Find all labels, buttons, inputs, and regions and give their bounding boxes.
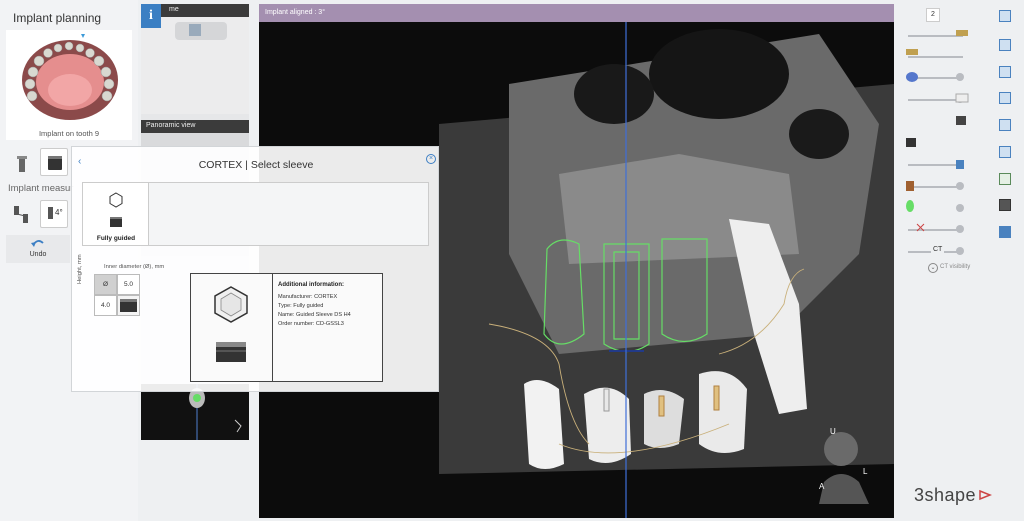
undo-button[interactable] — [6, 235, 70, 263]
orientation-anterior: A — [819, 482, 825, 491]
view-status-bar: Implant aligned : 3° — [259, 4, 894, 22]
brand-name: 3shape — [914, 485, 977, 505]
sleeve-details: Additional information: Manufacturer: CO… — [190, 273, 383, 382]
panoramic-view-label: Panoramic view — [141, 120, 249, 133]
sleeve-icon[interactable] — [40, 148, 68, 176]
sleeve-option-label: Fully guided — [96, 235, 136, 242]
info-name: Name: Guided Sleeve DS H4 — [278, 312, 351, 318]
divider — [272, 274, 273, 381]
view-right-icon[interactable] — [999, 92, 1011, 104]
info-manufacturer: Manufacturer: CORTEX — [278, 294, 338, 300]
info-title: Additional information: — [278, 282, 344, 288]
model-icon[interactable] — [999, 173, 1011, 185]
view-left-icon[interactable] — [999, 66, 1011, 78]
height-label: Height, mm — [77, 254, 83, 284]
page-title: Implant planning — [13, 11, 102, 25]
chevron-down-icon[interactable]: ⌄ — [928, 263, 938, 273]
cross-section-view[interactable] — [141, 384, 249, 440]
implant-icon[interactable] — [8, 150, 36, 178]
view-bottom-icon[interactable] — [999, 146, 1011, 158]
brand-logo: 3shape — [914, 485, 993, 506]
view-counter[interactable]: 2 — [926, 8, 940, 22]
undo-label: Undo — [29, 251, 47, 258]
view-back-icon[interactable] — [999, 39, 1011, 51]
diameter-symbol: Ø — [94, 274, 117, 295]
ct-visibility-label: CT visibility — [940, 264, 971, 270]
sleeve-options: Fully guided — [82, 182, 429, 246]
view-top-icon[interactable] — [999, 119, 1011, 131]
model-view[interactable]: me i — [141, 4, 249, 114]
svg-text:4°: 4° — [55, 208, 63, 217]
dimension-table: Ø 5.0 4.0 — [94, 274, 140, 316]
ct-label: CT — [931, 246, 945, 253]
jaw-thumbnail[interactable] — [6, 30, 132, 140]
camera-icon[interactable] — [999, 199, 1011, 211]
dialog-title: CORTEX | Select sleeve — [198, 159, 314, 171]
angle-measure-icon[interactable] — [8, 200, 36, 228]
orientation-left: L — [863, 467, 868, 476]
notes-icon[interactable] — [999, 226, 1011, 238]
height-value[interactable]: 4.0 — [94, 295, 117, 316]
view-front-icon[interactable] — [999, 10, 1011, 22]
sleeve-thumb-icon[interactable] — [117, 295, 140, 316]
select-sleeve-dialog: ‹ CORTEX | Select sleeve × Fully guided … — [71, 146, 439, 392]
visibility-toolbar: 2 CT ⌄ CT visibility — [898, 0, 1024, 300]
slider-knob[interactable] — [956, 247, 964, 255]
sleeve-option-fully-guided[interactable]: Fully guided — [83, 183, 149, 245]
measure-section-title: Implant measur — [8, 183, 74, 194]
close-icon[interactable]: × — [426, 154, 436, 164]
implant-caption: Implant on tooth 9 — [38, 129, 100, 138]
distance-measure-icon[interactable]: 4° — [40, 200, 68, 228]
inner-diameter-label: Inner diameter (Ø), mm — [104, 264, 165, 270]
diameter-value[interactable]: 5.0 — [117, 274, 140, 295]
info-icon[interactable]: i — [141, 4, 161, 28]
info-order-number: Order number: CD-GSSL3 — [278, 321, 344, 327]
info-type: Type: Fully guided — [278, 303, 324, 309]
orientation-superior: U — [830, 427, 836, 436]
